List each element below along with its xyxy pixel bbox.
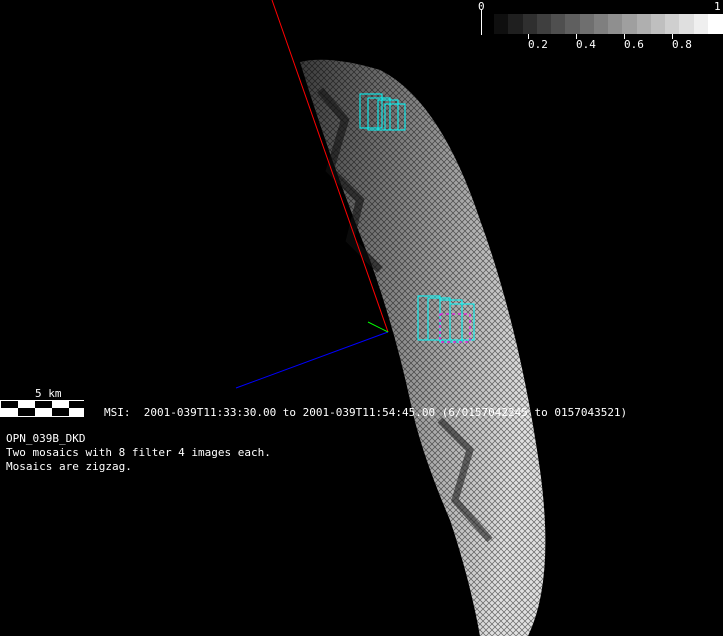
colorbar-step — [622, 14, 638, 34]
notes-line: Two mosaics with 8 filter 4 images each. — [6, 446, 271, 459]
colorbar-step — [551, 14, 566, 34]
asteroid-model — [300, 59, 546, 636]
colorbar-step — [693, 14, 709, 34]
notes-line: Mosaics are zigzag. — [6, 460, 132, 473]
colorbar-step — [679, 14, 695, 34]
colorbar-step — [536, 14, 552, 34]
colorbar-tick-label: 0.6 — [624, 38, 644, 51]
colorbar-tick-label: 0.8 — [672, 38, 692, 51]
asteroid-scene[interactable] — [0, 0, 723, 636]
colorbar-step — [608, 14, 623, 34]
colorbar-tick-label: 0.2 — [528, 38, 548, 51]
colorbar-min-label: 0 — [478, 0, 485, 13]
colorbar-step — [494, 14, 509, 34]
colorbar-step — [522, 14, 538, 34]
colorbar-step — [508, 14, 524, 34]
colorbar-step — [650, 14, 666, 34]
colorbar-step — [565, 14, 581, 34]
z-axis-line — [235, 331, 389, 389]
3d-viewport[interactable]: 0 1 0.2 0.4 0.6 0.8 5 km MSI: 2001-039T1… — [0, 0, 723, 636]
colorbar-tick-label: 0.4 — [576, 38, 596, 51]
colorbar-step — [665, 14, 680, 34]
scale-bar-label: 5 km — [35, 387, 62, 400]
colorbar-step — [579, 14, 595, 34]
colorbar-step — [593, 14, 609, 34]
colorbar-step — [707, 14, 723, 34]
colorbar-step — [636, 14, 652, 34]
notes-title: OPN_039B_DKD — [6, 432, 86, 445]
colorbar-max-label: 1 — [714, 0, 721, 13]
instrument-time-range: MSI: 2001-039T11:33:30.00 to 2001-039T11… — [104, 406, 628, 419]
